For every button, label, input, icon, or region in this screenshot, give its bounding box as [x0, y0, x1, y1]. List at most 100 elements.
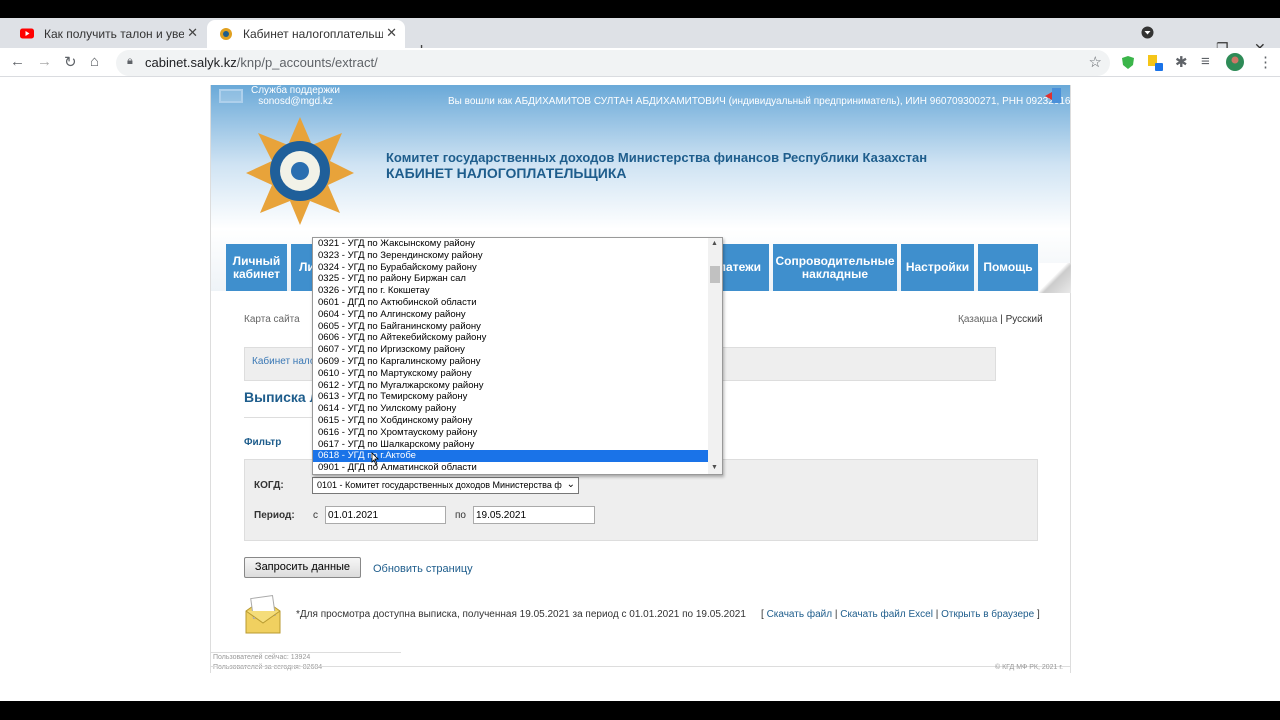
logout-icon[interactable] — [1044, 87, 1064, 105]
url-host: cabinet.salyk.kz — [145, 55, 237, 70]
nav-personal-cabinet[interactable]: Личный кабинет — [226, 244, 287, 291]
dropdown-option[interactable]: 0613 - УГД по Темирскому району — [313, 391, 709, 403]
dropdown-option[interactable]: 0606 - УГД по Айтекебийскому району — [313, 332, 709, 344]
copyright: © КГД МФ РК, 2021 г. — [995, 664, 1064, 671]
request-data-button[interactable]: Запросить данные — [244, 557, 361, 578]
youtube-icon — [20, 28, 34, 39]
dropdown-scrollbar[interactable]: ▲ ▼ — [708, 238, 722, 474]
dropdown-option[interactable]: 0601 - ДГД по Актюбинской области — [313, 297, 709, 309]
dropdown-option[interactable]: 0321 - УГД по Жаксынскому району — [313, 238, 709, 250]
support-email[interactable]: sonosd@mgd.kz — [251, 96, 340, 107]
reload-icon[interactable]: ↻ — [64, 53, 77, 71]
period-label: Период: — [254, 510, 295, 521]
bottom-black-bar — [0, 701, 1280, 720]
browser-toolbar: ← → ↻ ⌂ 🔒︎ cabinet.salyk.kz/knp/p_accoun… — [0, 48, 1280, 77]
kogd-dropdown-list[interactable]: 0321 - УГД по Жаксынскому району 0323 - У… — [312, 237, 723, 475]
download-links: [ Скачать файл | Скачать файл Excel | От… — [761, 609, 1040, 620]
language-switcher: Қазақша | Русский — [958, 314, 1043, 325]
period-from-label: с — [313, 510, 318, 521]
address-bar[interactable]: 🔒︎ cabinet.salyk.kz/knp/p_accounts/extra… — [116, 50, 1110, 76]
user-info: Вы вошли как АБДИХАМИТОВ СУЛТАН АБДИХАМИ… — [448, 96, 1093, 107]
url-path: /knp/p_accounts/extract/ — [236, 55, 378, 70]
tab-title: Кабинет налогоплательщика - I — [243, 27, 383, 41]
period-to-label: по — [455, 510, 466, 521]
dropdown-option[interactable]: 0612 - УГД по Мугалжарскому району — [313, 380, 709, 392]
nav-help[interactable]: Помощь — [978, 244, 1038, 291]
scroll-up-icon[interactable]: ▲ — [711, 240, 718, 247]
extension-badge-icon[interactable] — [1147, 54, 1163, 71]
emblem-favicon-icon — [220, 28, 232, 40]
close-tab-icon[interactable]: ✕ — [187, 25, 198, 41]
nav-label: кабинет — [232, 266, 281, 281]
open-envelope-icon — [245, 595, 281, 634]
kogd-label: КОГД: — [254, 480, 284, 491]
tab-youtube[interactable]: Как получить талон и уведомле ✕ — [8, 20, 206, 48]
download-excel-link[interactable]: Скачать файл Excel — [840, 609, 933, 620]
bookmark-star-icon[interactable]: ☆ — [1089, 53, 1102, 71]
kogd-select[interactable]: 0101 - Комитет государственных доходов М… — [312, 477, 579, 494]
period-to-input[interactable]: 19.05.2021 — [473, 506, 595, 524]
nav-label: накладные — [801, 266, 869, 281]
menu-dots-icon[interactable]: ⋮ — [1258, 53, 1273, 71]
dropdown-option[interactable]: 0615 - УГД по Хобдинскому району — [313, 415, 709, 427]
page-title: Выписка л — [244, 389, 319, 405]
dropdown-option[interactable]: 0324 - УГД по Бурабайскому району — [313, 262, 709, 274]
nav-label: Сопроводительные — [775, 253, 895, 268]
nav-item-2[interactable]: Ли — [291, 244, 315, 291]
lang-russian[interactable]: Русский — [1006, 314, 1043, 325]
statement-note: *Для просмотра доступна выписка, получен… — [296, 609, 746, 620]
dropdown-option[interactable]: 0616 - УГД по Хромтаускому району — [313, 427, 709, 439]
separator: | — [834, 609, 838, 620]
forward-icon[interactable]: → — [37, 53, 52, 70]
open-in-browser-link[interactable]: Открыть в браузере — [941, 609, 1034, 620]
dropdown-option[interactable]: 0609 - УГД по Каргалинскому району — [313, 356, 709, 368]
dropdown-option[interactable]: 0604 - УГД по Алгинскому району — [313, 309, 709, 321]
kogd-select-value: 0101 - Комитет государственных доходов М… — [317, 480, 562, 490]
lock-icon: 🔒︎ — [127, 55, 133, 67]
chevron-down-icon: ⌄ — [566, 479, 575, 490]
site-header: Служба поддержки sonosd@mgd.kz Вы вошли … — [211, 85, 1093, 229]
tab-strip: Как получить талон и уведомле ✕ Кабинет … — [0, 18, 1280, 61]
mail-icon — [219, 89, 243, 103]
profile-dropdown-icon[interactable] — [1141, 26, 1154, 39]
sitemap-link[interactable]: Карта сайта — [244, 314, 300, 325]
nav-settings[interactable]: Настройки — [901, 244, 974, 291]
org-name: Комитет государственных доходов Министер… — [386, 150, 928, 165]
lang-separator: | — [1000, 314, 1003, 325]
dropdown-option[interactable]: 0605 - УГД по Байганинскому району — [313, 321, 709, 333]
lang-kazakh-link[interactable]: Қазақша — [958, 314, 997, 325]
adblock-shield-icon[interactable] — [1121, 55, 1135, 70]
dropdown-option[interactable]: 0617 - УГД по Шалкарскому району — [313, 439, 709, 451]
back-icon[interactable]: ← — [10, 53, 25, 70]
nav-payments[interactable]: латежи — [718, 244, 769, 291]
top-black-bar — [0, 0, 1280, 18]
dropdown-option[interactable]: 0326 - УГД по г. Кокшетау — [313, 285, 709, 297]
nav-waybills[interactable]: Сопроводительные накладные — [773, 244, 897, 291]
tab-cabinet[interactable]: Кабинет налогоплательщика - I ✕ — [207, 20, 405, 48]
period-from-input[interactable]: 01.01.2021 — [325, 506, 446, 524]
refresh-page-link[interactable]: Обновить страницу — [373, 563, 473, 575]
close-tab-icon[interactable]: ✕ — [386, 25, 397, 41]
extensions-puzzle-icon[interactable]: ✱ — [1175, 53, 1188, 71]
breadcrumb-link[interactable]: Кабинет нало — [252, 356, 315, 367]
cabinet-title: КАБИНЕТ НАЛОГОПЛАТЕЛЬЩИКА — [386, 165, 627, 181]
download-file-link[interactable]: Скачать файл — [767, 609, 833, 620]
dropdown-option[interactable]: 0614 - УГД по Уилскому району — [313, 403, 709, 415]
avatar[interactable] — [1226, 53, 1244, 71]
home-icon[interactable]: ⌂ — [90, 53, 99, 70]
scrollbar-thumb[interactable] — [710, 266, 720, 283]
dropdown-option[interactable]: 0610 - УГД по Мартукскому району — [313, 368, 709, 380]
dropdown-option[interactable]: 0607 - УГД по Иргизскому району — [313, 344, 709, 356]
footer-bottom-line — [211, 666, 1070, 667]
dropdown-option[interactable]: 0325 - УГД по району Биржан сал — [313, 273, 709, 285]
dropdown-option[interactable]: 0323 - УГД по Зерендинскому району — [313, 250, 709, 262]
media-control-icon[interactable]: ≡ — [1201, 53, 1210, 70]
page-curl-decoration — [1039, 263, 1071, 293]
support-block: Служба поддержки sonosd@mgd.kz — [251, 85, 340, 107]
mouse-cursor-icon — [371, 452, 379, 466]
state-emblem-logo — [246, 117, 354, 225]
nav-label: Личный — [232, 253, 281, 268]
scroll-down-icon[interactable]: ▼ — [711, 464, 718, 471]
filter-heading: Фильтр — [244, 437, 282, 448]
bracket-close: ] — [1036, 609, 1040, 620]
